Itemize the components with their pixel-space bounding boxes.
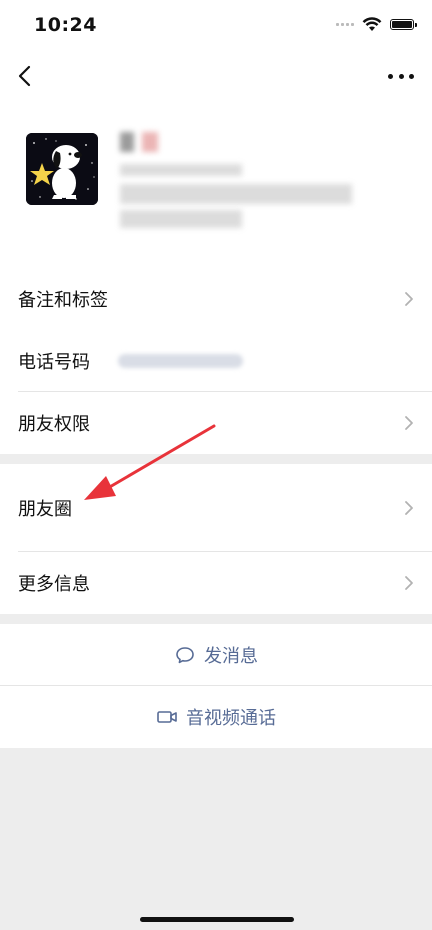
video-camera-icon xyxy=(157,711,177,723)
redacted-name xyxy=(120,132,134,152)
redacted-name xyxy=(142,132,158,152)
more-dot-icon xyxy=(388,73,393,79)
redacted-info xyxy=(120,184,352,204)
redacted-phone-number xyxy=(118,354,243,368)
actions-group: 发消息 音视频通话 xyxy=(0,624,432,748)
friend-permissions-row[interactable]: 朋友权限 xyxy=(0,392,432,454)
battery-icon xyxy=(390,19,417,30)
chat-bubble-icon xyxy=(176,647,194,664)
more-dot-icon xyxy=(409,73,414,79)
profile-header xyxy=(0,100,432,270)
video-call-label: 音视频通话 xyxy=(186,708,276,729)
remark-tags-label: 备注和标签 xyxy=(18,290,108,311)
status-time: 10:24 xyxy=(34,14,97,36)
info-group: 备注和标签 电话号码 朋友权限 xyxy=(0,268,432,454)
more-options-button[interactable] xyxy=(388,62,414,90)
back-button[interactable] xyxy=(14,62,38,90)
avatar[interactable] xyxy=(26,133,98,205)
chevron-right-icon xyxy=(405,576,413,590)
chevron-right-icon xyxy=(405,501,413,515)
phone-row[interactable]: 电话号码 xyxy=(0,330,432,392)
phone-label: 电话号码 xyxy=(18,352,90,373)
video-call-button[interactable]: 音视频通话 xyxy=(0,686,432,748)
back-arrow-icon xyxy=(18,65,31,87)
moments-row[interactable]: 朋友圈 xyxy=(0,464,432,552)
more-info-label: 更多信息 xyxy=(18,574,90,595)
remark-tags-row[interactable]: 备注和标签 xyxy=(0,268,432,330)
more-info-row[interactable]: 更多信息 xyxy=(0,552,432,614)
home-indicator[interactable] xyxy=(140,917,294,922)
nav-bar xyxy=(0,52,432,100)
more-dot-icon xyxy=(398,73,404,79)
status-bar: 10:24 xyxy=(0,0,432,52)
moments-label: 朋友圈 xyxy=(18,499,72,520)
friend-permissions-label: 朋友权限 xyxy=(18,414,90,435)
chevron-right-icon xyxy=(405,292,413,306)
signal-icon xyxy=(336,23,354,26)
wifi-icon xyxy=(362,17,382,31)
send-message-label: 发消息 xyxy=(204,646,258,667)
chevron-right-icon xyxy=(405,416,413,430)
redacted-info xyxy=(120,210,242,228)
send-message-button[interactable]: 发消息 xyxy=(0,624,432,686)
snoopy-avatar-image xyxy=(26,133,98,205)
redacted-info xyxy=(120,164,242,176)
status-icons xyxy=(336,17,417,32)
moments-group: 朋友圈 更多信息 xyxy=(0,464,432,614)
